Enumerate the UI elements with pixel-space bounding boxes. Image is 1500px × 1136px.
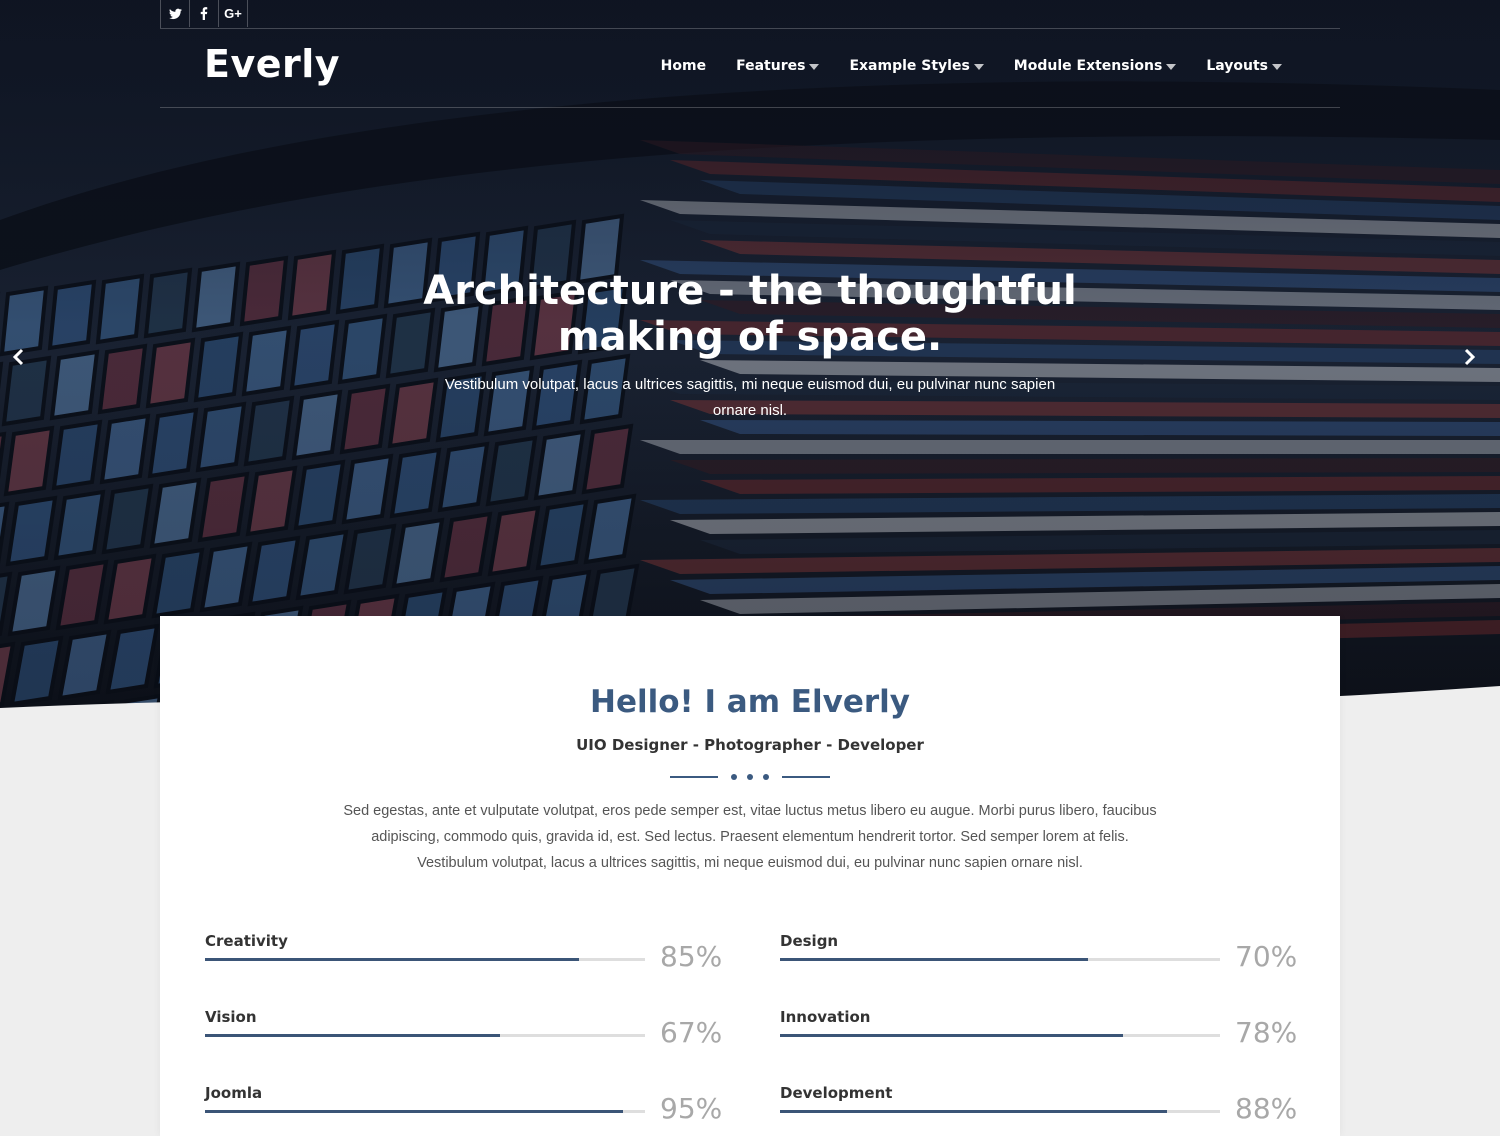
divider-line [670,776,718,778]
caret-down-icon [809,64,820,70]
nav-item-label: Example Styles [849,58,970,74]
skill-vision: Vision 67% [205,1008,723,1058]
skill-label: Vision [205,1008,257,1026]
hero-subtitle: Vestibulum volutpat, lacus a ultrices sa… [444,376,1056,419]
hero-title-line: making of space. [557,314,943,360]
hero-title-line: Architecture - the thoughtful [423,268,1077,314]
caret-down-icon [973,64,984,70]
chevron-left-icon[interactable] [6,345,30,369]
skill-bar-fill [205,1034,500,1037]
nav-item-module-extensions[interactable]: Module Extensions [1014,58,1177,74]
twitter-icon[interactable] [161,0,190,27]
about-text-line: Sed egestas, ante et vulputate volutpat,… [343,803,1157,819]
skill-percent: 88% [1235,1092,1298,1125]
skill-bar-fill [780,958,1088,961]
skill-joomla: Joomla 95% [205,1084,723,1134]
skill-track [780,1034,1220,1037]
about-card: Hello! I am Elverly UIO Designer - Photo… [160,616,1340,1136]
hero-title: Architecture - the thoughtful making of … [400,268,1100,360]
skill-track [780,958,1220,961]
skill-bar-fill [205,1110,623,1113]
skill-percent: 95% [660,1092,723,1125]
divider-dot [747,774,753,780]
caret-down-icon [1272,64,1282,70]
chevron-right-icon[interactable] [1458,345,1482,369]
divider-line [782,776,830,778]
skill-creativity: Creativity 85% [205,932,723,982]
skill-track [205,1110,645,1113]
skill-bar-fill [780,1034,1124,1037]
about-subtitle: UIO Designer - Photographer - Developer [576,736,924,754]
social-bar: G+ [160,0,248,28]
skill-percent: 67% [660,1016,723,1049]
nav-item-example-styles[interactable]: Example Styles [849,58,984,74]
about-text: Sed egestas, ante et vulputate volutpat,… [320,798,1180,876]
nav-divider [160,107,1340,108]
divider-dot [731,774,737,780]
site-logo[interactable]: Everly [204,42,340,86]
skill-track [205,1034,645,1037]
caret-down-icon [1166,64,1177,70]
skill-label: Creativity [205,932,288,950]
nav-item-label: Features [736,58,806,74]
skill-design: Design 70% [780,932,1298,982]
skill-percent: 78% [1235,1016,1298,1049]
nav-item-label: Module Extensions [1013,58,1163,74]
top-divider [160,28,1340,29]
skill-label: Joomla [205,1084,263,1102]
about-text-line: adipiscing, commodo quis, gravida id, es… [371,829,1129,845]
skill-percent: 70% [1235,940,1298,973]
about-title: Hello! I am Elverly [590,684,910,720]
skill-bar-fill [205,958,579,961]
nav-item-label: Home [660,58,707,74]
nav-item-home[interactable]: Home [661,58,706,74]
skill-label: Development [780,1084,893,1102]
nav-item-label: Layouts [1206,58,1268,74]
title-divider [670,770,830,784]
skill-innovation: Innovation 78% [780,1008,1298,1058]
divider-dot [763,774,769,780]
about-text-line: Vestibulum volutpat, lacus a ultrices sa… [417,855,1083,871]
skill-track [205,958,645,961]
nav-item-features[interactable]: Features [736,58,820,74]
skill-label: Innovation [780,1008,871,1026]
main-nav: Home Features Example Styles Module Exte… [631,58,1282,74]
skill-label: Design [780,932,839,950]
skill-development: Development 88% [780,1084,1298,1134]
skill-track [780,1110,1220,1113]
skill-bar-fill [780,1110,1168,1113]
google-plus-icon[interactable]: G+ [219,0,248,27]
skill-percent: 85% [660,940,723,973]
nav-item-layouts[interactable]: Layouts [1206,58,1282,74]
facebook-icon[interactable] [190,0,219,27]
